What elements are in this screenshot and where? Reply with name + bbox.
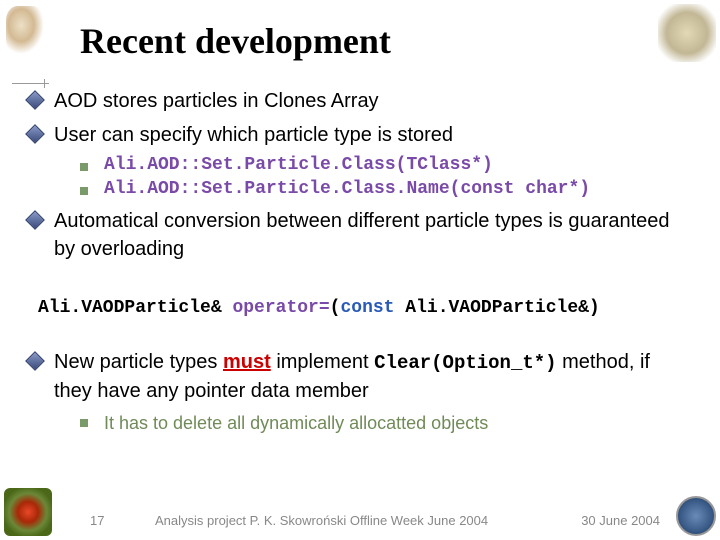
- page-number: 17: [90, 513, 130, 528]
- slide: Recent development AOD stores particles …: [0, 0, 720, 540]
- bullet-text: AOD stores particles in Clones Array: [54, 87, 379, 115]
- footer-center-text: Analysis project P. K. Skowroński Offlin…: [155, 513, 581, 528]
- text-segment: implement: [271, 351, 374, 373]
- slide-content: AOD stores particles in Clones Array Use…: [0, 87, 720, 436]
- bullet-text: New particle types must implement Clear(…: [54, 348, 690, 405]
- sub-bullet-item: It has to delete all dynamically allocat…: [80, 411, 690, 436]
- bullet-item: Automatical conversion between different…: [28, 207, 690, 263]
- sub-bullet-item: Ali.AOD::Set.Particle.Class(TClass*): [80, 155, 690, 175]
- slide-title: Recent development: [80, 20, 720, 62]
- diamond-bullet-icon: [28, 354, 40, 366]
- code-text: Ali.AOD::Set.Particle.Class(TClass*): [104, 155, 493, 175]
- diamond-bullet-icon: [28, 213, 40, 225]
- code-keyword: const: [340, 298, 394, 318]
- bullet-item: User can specify which particle type is …: [28, 121, 690, 149]
- decoration-cross-icon: [40, 79, 49, 88]
- sub-bullet-item: Ali.AOD::Set.Particle.Class.Name(const c…: [80, 179, 690, 199]
- code-segment: Ali.VAODParticle&): [394, 298, 599, 318]
- decoration-bottom-left: [4, 488, 52, 536]
- code-segment: Ali.VAODParticle&: [38, 298, 232, 318]
- decoration-top-left: [6, 6, 44, 54]
- diamond-bullet-icon: [28, 127, 40, 139]
- square-bullet-icon: [80, 187, 88, 195]
- code-operator: operator=: [232, 298, 329, 318]
- footer: 17 Analysis project P. K. Skowroński Off…: [0, 513, 720, 528]
- bullet-text: User can specify which particle type is …: [54, 121, 453, 149]
- bullet-item: New particle types must implement Clear(…: [28, 348, 690, 405]
- code-inline: Clear(Option_t*): [374, 352, 556, 374]
- square-bullet-icon: [80, 163, 88, 171]
- square-bullet-icon: [80, 419, 88, 427]
- bullet-text: Automatical conversion between different…: [54, 207, 690, 263]
- emphasis-must: must: [223, 351, 271, 373]
- code-text: Ali.AOD::Set.Particle.Class.Name(const c…: [104, 179, 590, 199]
- sub-text: It has to delete all dynamically allocat…: [104, 411, 488, 436]
- decoration-top-right: [658, 4, 716, 62]
- bullet-item: AOD stores particles in Clones Array: [28, 87, 690, 115]
- code-line: Ali.VAODParticle& operator=(const Ali.VA…: [38, 295, 690, 322]
- footer-date: 30 June 2004: [581, 513, 660, 528]
- text-segment: New particle types: [54, 351, 223, 373]
- code-segment: (: [330, 298, 341, 318]
- diamond-bullet-icon: [28, 93, 40, 105]
